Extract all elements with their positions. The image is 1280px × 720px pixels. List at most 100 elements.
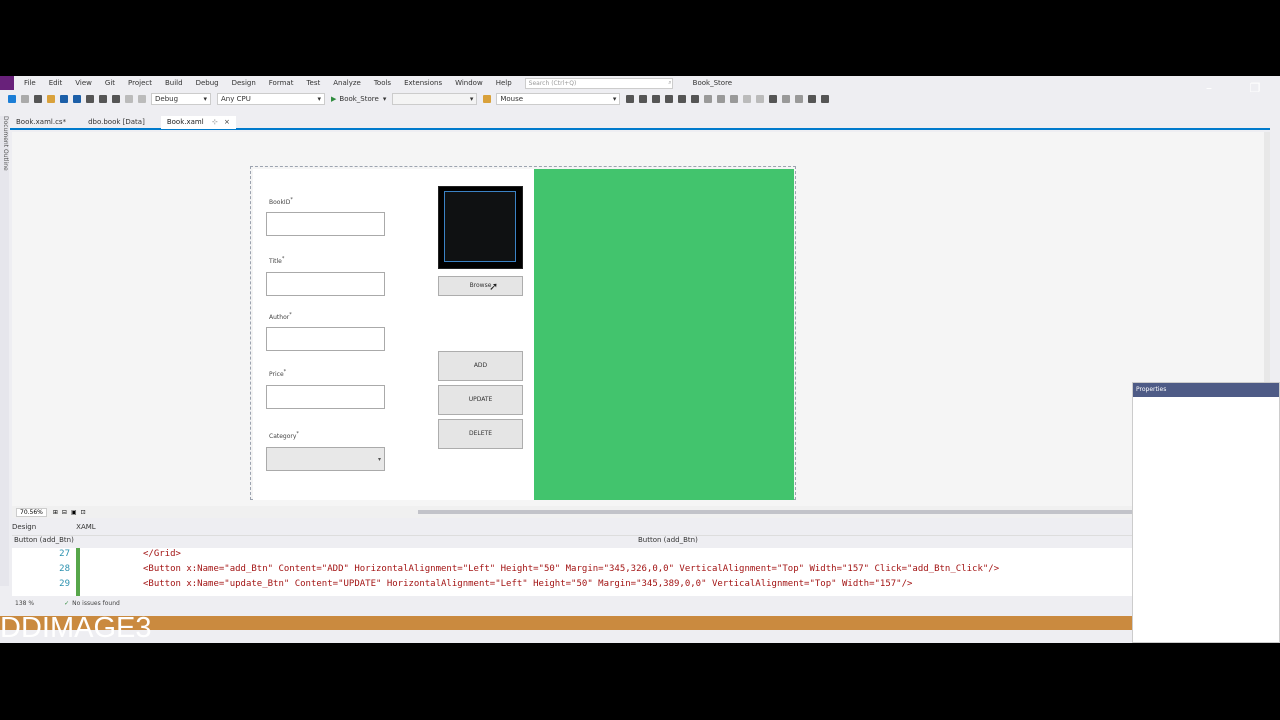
breadcrumb-left[interactable]: Button (add_Btn) [14, 536, 74, 544]
bookmark-prev-icon[interactable] [782, 95, 791, 103]
code-line-27: 27 </Grid> [12, 549, 1132, 564]
tab-book-xaml[interactable]: Book.xaml ⊹ × [160, 115, 236, 129]
snap-icon[interactable]: ⊟ [62, 509, 67, 516]
search-input[interactable]: Search (Ctrl+Q) ⌕ [524, 77, 673, 89]
align-middle-icon[interactable] [678, 95, 687, 103]
restore-icon[interactable]: ❐ [1232, 76, 1278, 104]
line-number: 29 [59, 579, 70, 589]
cut-icon[interactable] [86, 95, 94, 103]
category-combobox[interactable]: ▾ [266, 447, 385, 471]
debug-target-select[interactable]: ▾ [392, 93, 478, 105]
menu-help[interactable]: Help [496, 79, 512, 87]
search-icon: ⌕ [668, 79, 672, 86]
format-icon[interactable] [704, 95, 713, 103]
align-bottom-icon[interactable] [691, 95, 700, 103]
bookid-input[interactable] [266, 212, 385, 236]
menu-bar: File Edit View Git Project Build Debug D… [0, 76, 1280, 90]
comment-icon[interactable] [808, 95, 817, 103]
platform-select[interactable]: Any CPU ▾ [217, 93, 325, 105]
code-text: </Grid> [143, 549, 181, 559]
add-button[interactable]: ADD [438, 351, 523, 381]
menu-tools[interactable]: Tools [374, 79, 391, 87]
vs-logo-icon [0, 76, 14, 90]
title-input[interactable] [266, 272, 385, 296]
open-icon[interactable] [47, 95, 55, 103]
size-icon[interactable] [730, 95, 739, 103]
code-line-28: 28 <Button x:Name="add_Btn" Content="ADD… [12, 564, 1132, 579]
xaml-tab[interactable]: XAML [76, 523, 96, 531]
minimize-icon[interactable]: – [1186, 76, 1232, 104]
price-input[interactable] [266, 385, 385, 409]
align-center-icon[interactable] [639, 95, 648, 103]
update-button[interactable]: UPDATE [438, 385, 523, 415]
back-icon[interactable] [8, 95, 16, 103]
menu-debug[interactable]: Debug [196, 79, 219, 87]
bookmark-icon[interactable] [769, 95, 778, 103]
design-tab[interactable]: Design [12, 523, 36, 531]
pin-icon[interactable]: ⊹ [212, 118, 218, 126]
outdent-icon[interactable] [756, 95, 765, 103]
menu-build[interactable]: Build [165, 79, 183, 87]
tab-book-xaml-cs[interactable]: Book.xaml.cs* [10, 116, 72, 129]
browse-button[interactable]: Browse [438, 276, 523, 296]
author-input[interactable] [266, 327, 385, 351]
bookmark-next-icon[interactable] [795, 95, 804, 103]
menu-analyze[interactable]: Analyze [333, 79, 361, 87]
bookid-label: BookID* [269, 197, 293, 206]
xaml-code-editor[interactable]: 27 </Grid> 28 <Button x:Name="add_Btn" C… [12, 548, 1132, 596]
book-image-box [438, 186, 523, 269]
uncomment-icon[interactable] [821, 95, 830, 103]
designer-horizontal-scrollbar[interactable]: 70.56% ⊞ ⊟ ▣ ⊡ [12, 506, 1132, 518]
configuration-select[interactable]: Debug ▾ [151, 93, 211, 105]
start-icon[interactable]: ▶ [331, 95, 336, 103]
indent-icon[interactable] [743, 95, 752, 103]
document-outline-strip[interactable]: Document Outline [0, 116, 9, 586]
issues-status[interactable]: No issues found [72, 600, 120, 607]
breadcrumb-right[interactable]: Button (add_Btn) [638, 536, 698, 544]
spacing-icon[interactable] [717, 95, 726, 103]
artboard-icon[interactable]: ▣ [71, 509, 77, 516]
properties-panel: Properties [1132, 382, 1280, 643]
start-project-button[interactable]: Book_Store [339, 95, 378, 103]
platform-value: Any CPU [221, 95, 251, 103]
menu-git[interactable]: Git [105, 79, 115, 87]
chevron-down-icon: ▾ [469, 95, 474, 103]
align-top-icon[interactable] [665, 95, 674, 103]
tab-dbo-book-data[interactable]: dbo.book [Data] [82, 116, 151, 129]
editor-zoom[interactable]: 138 % [15, 600, 34, 607]
price-label: Price* [269, 369, 287, 378]
menu-view[interactable]: View [75, 79, 92, 87]
code-text: <Button x:Name="add_Btn" Content="ADD" H… [143, 564, 1000, 574]
menu-edit[interactable]: Edit [49, 79, 63, 87]
mode-select[interactable]: Mouse ▾ [496, 93, 621, 105]
menu-test[interactable]: Test [306, 79, 320, 87]
undo-icon[interactable] [125, 95, 133, 103]
grid-icon[interactable]: ⊞ [53, 509, 58, 516]
save-all-icon[interactable] [73, 95, 81, 103]
search-placeholder: Search (Ctrl+Q) [528, 79, 577, 87]
pointer-mode-icon[interactable] [483, 95, 492, 103]
delete-button[interactable]: DELETE [438, 419, 523, 449]
align-right-icon[interactable] [652, 95, 661, 103]
author-label: Author* [269, 312, 292, 321]
redo-icon[interactable] [138, 95, 146, 103]
menu-extensions[interactable]: Extensions [404, 79, 442, 87]
chevron-down-icon[interactable]: ▾ [383, 95, 387, 103]
align-left-icon[interactable] [626, 95, 635, 103]
horizontal-scroll-thumb[interactable] [418, 510, 1132, 514]
copy-icon[interactable] [99, 95, 107, 103]
close-icon[interactable]: × [224, 118, 230, 126]
chevron-down-icon: ▾ [377, 456, 381, 463]
new-item-icon[interactable] [34, 95, 42, 103]
save-icon[interactable] [60, 95, 68, 103]
category-label: Category* [269, 431, 299, 440]
zoom-select[interactable]: 70.56% [16, 507, 47, 517]
effects-icon[interactable]: ⊡ [81, 509, 86, 516]
forward-icon[interactable] [21, 95, 29, 103]
menu-window[interactable]: Window [455, 79, 483, 87]
menu-format[interactable]: Format [269, 79, 294, 87]
menu-file[interactable]: File [24, 79, 36, 87]
menu-project[interactable]: Project [128, 79, 152, 87]
menu-design[interactable]: Design [232, 79, 256, 87]
paste-icon[interactable] [112, 95, 120, 103]
